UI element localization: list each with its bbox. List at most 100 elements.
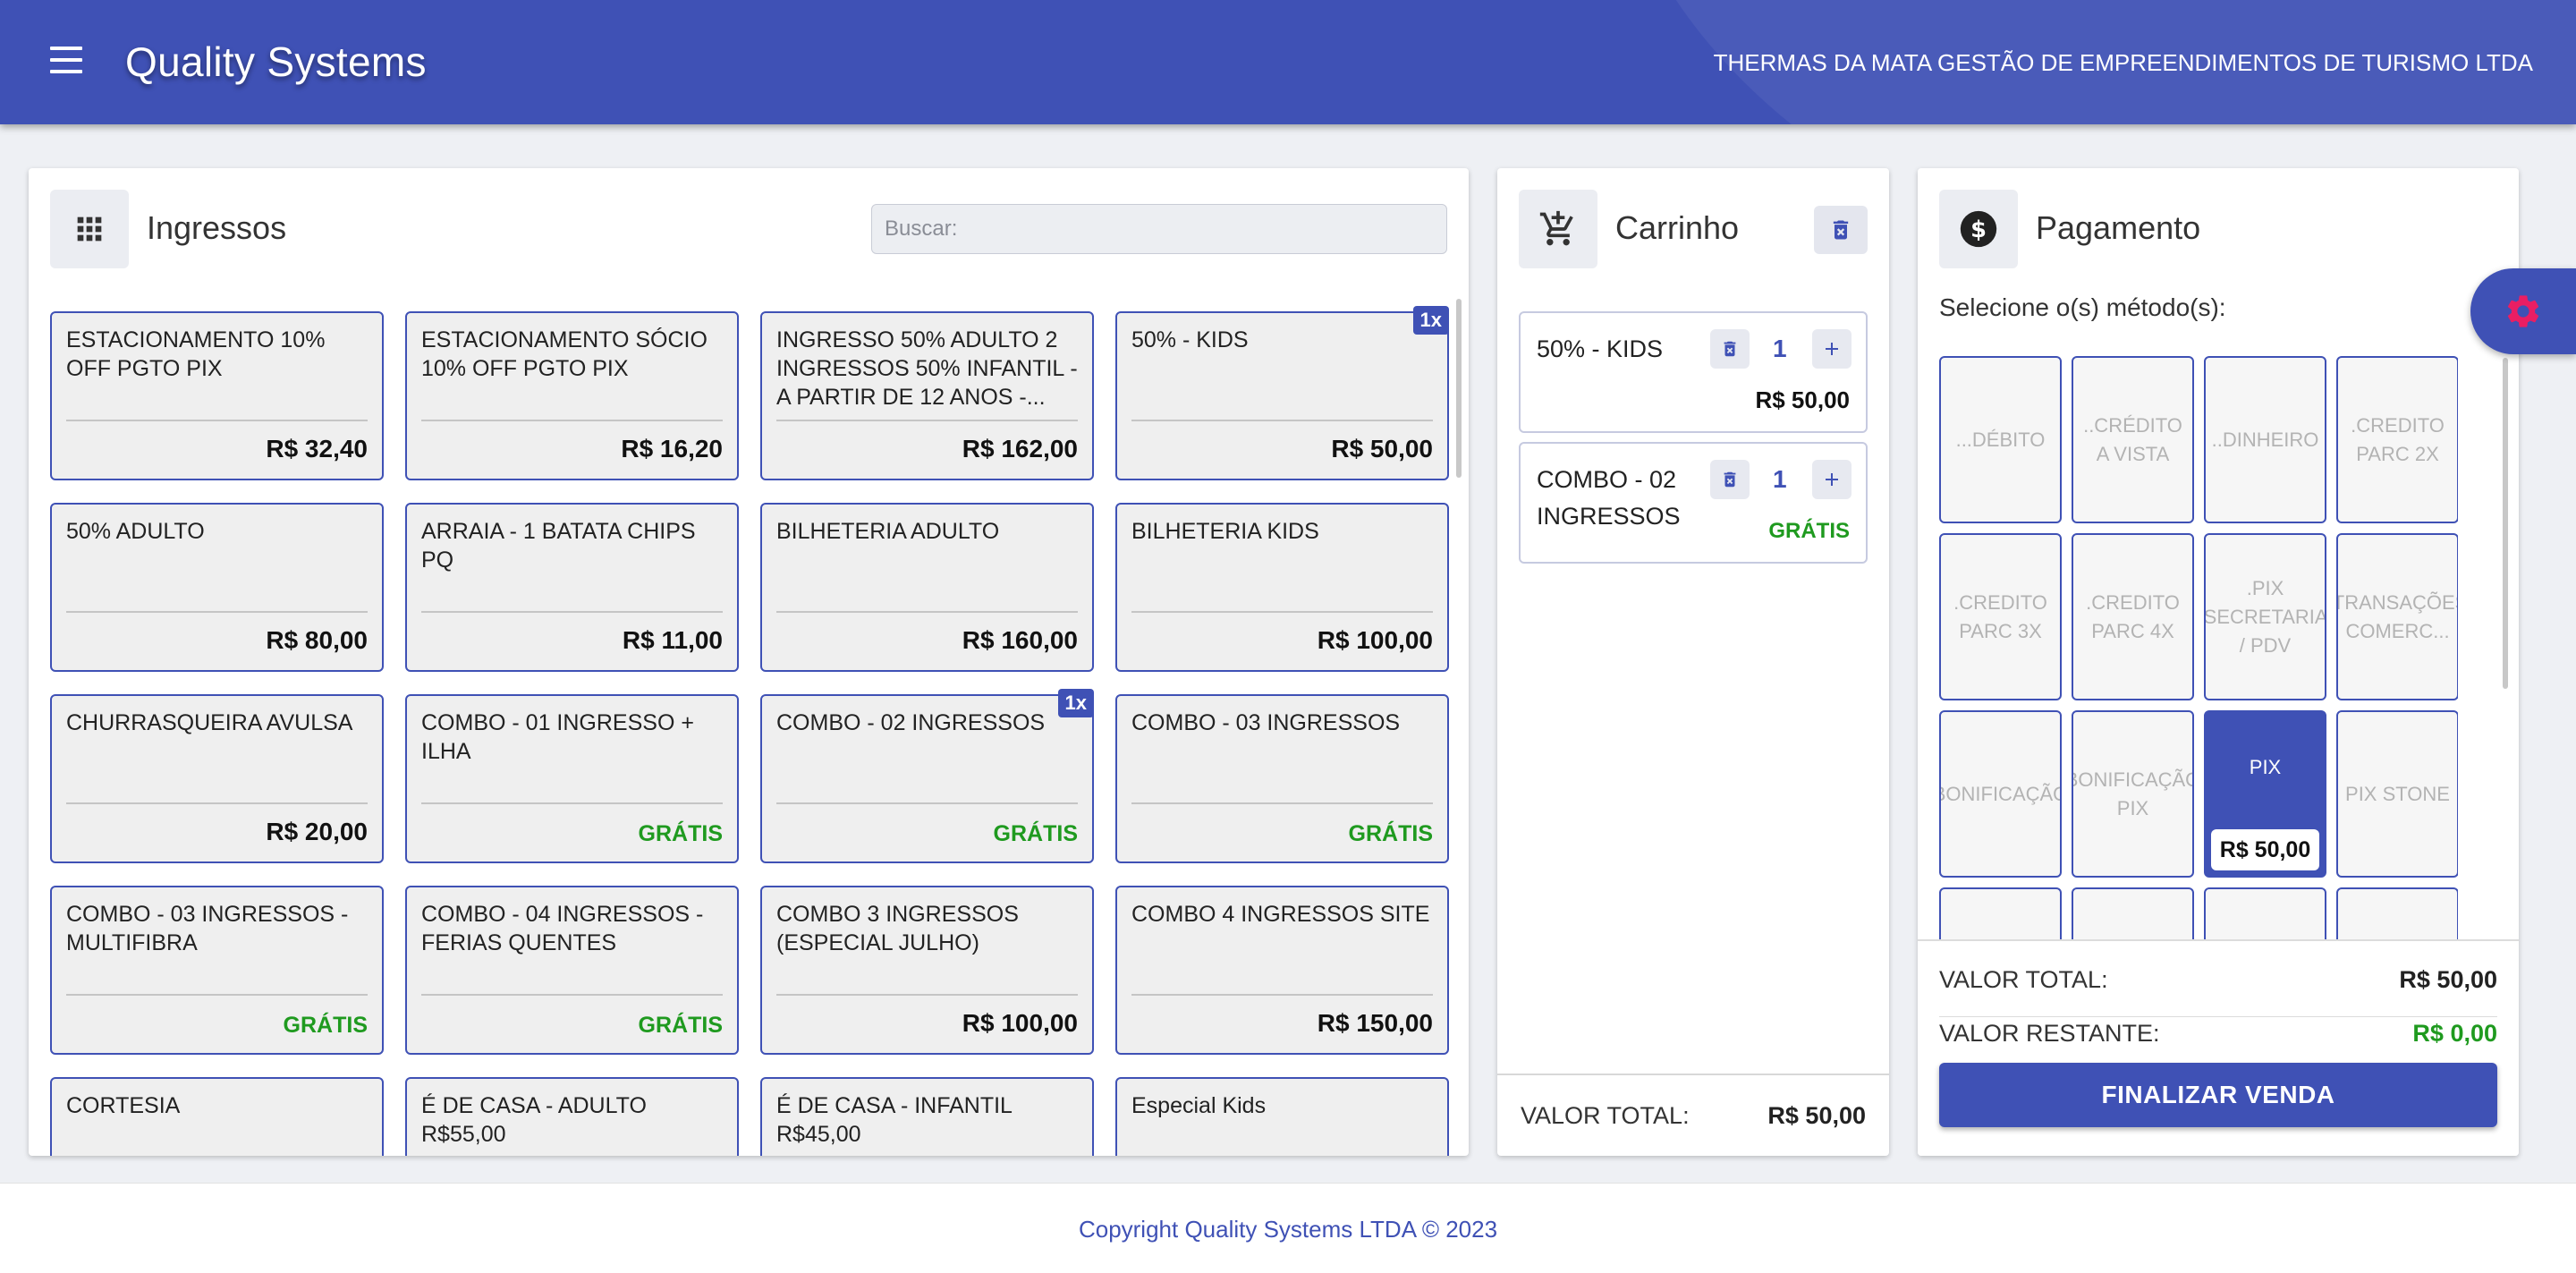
- quantity-badge: 1x: [1412, 306, 1449, 335]
- product-price: R$ 50,00: [1331, 435, 1433, 463]
- product-name: COMBO - 01 INGRESSO + ILHA: [421, 710, 694, 764]
- tile-divider: [1131, 994, 1433, 996]
- delete-icon: [1833, 220, 1849, 240]
- increase-qty-button[interactable]: [1812, 460, 1852, 499]
- scrollbar[interactable]: [2503, 358, 2508, 689]
- product-tile[interactable]: COMBO - 01 INGRESSO + ILHA GRÁTIS: [405, 694, 739, 863]
- payment-method-label: .PIX SECRETARIA / PDV: [2204, 576, 2326, 657]
- payment-method-tile[interactable]: PIX R$ 50,00: [2204, 710, 2326, 878]
- product-tile[interactable]: É DE CASA - ADULTO R$55,00: [405, 1077, 739, 1156]
- tile-divider: [421, 802, 723, 804]
- product-tile[interactable]: CHURRASQUEIRA AVULSA R$ 20,00: [50, 694, 384, 863]
- menu-icon-bar: [50, 47, 82, 50]
- payment-method-label: .CREDITO PARC 4X: [2086, 590, 2180, 642]
- cart-item-price: R$ 50,00: [1755, 386, 1850, 413]
- copyright-text: Copyright Quality Systems LTDA © 2023: [1078, 1216, 1498, 1243]
- product-name: COMBO - 02 INGRESSOS: [776, 710, 1046, 735]
- payment-method-label: BONIFICAÇÃO PIX: [2072, 768, 2194, 819]
- product-tile[interactable]: COMBO 4 INGRESSOS SITE R$ 150,00: [1115, 886, 1449, 1055]
- payment-method-label: PIX STONE: [2345, 782, 2450, 805]
- product-name: COMBO - 03 INGRESSOS - MULTIFIBRA: [66, 902, 349, 955]
- product-name: CHURRASQUEIRA AVULSA: [66, 710, 353, 735]
- payment-method-tile[interactable]: ..DINHEIRO: [2204, 356, 2326, 523]
- menu-button[interactable]: [50, 47, 82, 75]
- remove-item-button[interactable]: [1710, 329, 1750, 369]
- payment-method-label: ...DÉBITO: [1955, 428, 2046, 451]
- cart-total-label: VALOR TOTAL:: [1521, 1102, 1690, 1129]
- tile-divider: [66, 802, 368, 804]
- tile-divider: [66, 994, 368, 996]
- payment-method-label: ..DINHEIRO: [2211, 428, 2319, 451]
- product-name: BILHETERIA ADULTO: [776, 519, 1000, 544]
- svg-text:$: $: [1970, 216, 1987, 243]
- product-tile[interactable]: ARRAIA - 1 BATATA CHIPS PQ R$ 11,00: [405, 503, 739, 672]
- product-name: É DE CASA - ADULTO R$55,00: [421, 1093, 647, 1147]
- product-tile[interactable]: BILHETERIA KIDS R$ 100,00: [1115, 503, 1449, 672]
- finalize-sale-button[interactable]: FINALIZAR VENDA: [1939, 1063, 2497, 1127]
- product-price: GRÁTIS: [1348, 821, 1433, 846]
- payment-method-tile[interactable]: PIX STONE: [2336, 710, 2458, 878]
- search-input[interactable]: [871, 204, 1447, 254]
- tile-divider: [776, 420, 1078, 421]
- payment-method-tile[interactable]: .CREDITO PARC 4X: [2072, 533, 2194, 700]
- payment-method-tile[interactable]: BONIFICAÇÃO PIX: [2072, 710, 2194, 878]
- product-price: R$ 11,00: [622, 626, 723, 654]
- product-price: R$ 80,00: [266, 626, 368, 654]
- product-tile[interactable]: COMBO - 02 INGRESSOS GRÁTIS 1x: [760, 689, 1094, 863]
- product-price: R$ 160,00: [962, 626, 1078, 654]
- divider: [1939, 1016, 2497, 1017]
- cart-item: 50% - KIDS 1 R$ 50,00: [1519, 311, 1868, 433]
- product-tile[interactable]: CORTESIA: [50, 1077, 384, 1156]
- payment-method-tile[interactable]: BONIFICAÇÃO: [1939, 710, 2062, 878]
- product-grid: ESTACIONAMENTO 10% OFF PGTO PIX R$ 32,40 E…: [50, 306, 1469, 1156]
- product-name: COMBO - 04 INGRESSOS - FERIAS QUENTES: [421, 902, 704, 955]
- product-tile[interactable]: É DE CASA - INFANTIL R$45,00: [760, 1077, 1094, 1156]
- quantity-badge: 1x: [1057, 689, 1094, 717]
- payment-method-tile[interactable]: ...DÉBITO: [1939, 356, 2062, 523]
- payment-method-label: PIX: [2249, 756, 2282, 778]
- product-name: CORTESIA: [66, 1093, 181, 1118]
- product-tile[interactable]: ESTACIONAMENTO SÓCIO 10% OFF PGTO PIX R$ …: [405, 311, 739, 480]
- product-tile[interactable]: INGRESSO 50% ADULTO 2 INGRESSOS 50% INFA…: [760, 311, 1094, 480]
- clear-cart-button[interactable]: [1814, 206, 1868, 254]
- payment-method-label: .CREDITO PARC 3X: [1953, 590, 2047, 642]
- payment-method-tile[interactable]: .TRANSAÇÕES COMERC...: [2336, 533, 2458, 700]
- payment-method-label: ..CRÉDITO A VISTA: [2083, 413, 2182, 465]
- product-tile[interactable]: Especial Kids: [1115, 1077, 1449, 1156]
- product-name: É DE CASA - INFANTIL R$45,00: [776, 1093, 1013, 1147]
- product-tile[interactable]: COMBO 3 INGRESSOS (ESPECIAL JULHO) R$ 100…: [760, 886, 1094, 1055]
- payment-method-tile[interactable]: .CREDITO PARC 2X: [2336, 356, 2458, 523]
- settings-button[interactable]: [2470, 268, 2576, 354]
- product-price: R$ 100,00: [962, 1009, 1078, 1037]
- tile-divider: [776, 611, 1078, 613]
- cart-item: COMBO - 02 INGRESSOS 1 GRÁTIS: [1519, 442, 1868, 564]
- payment-method-tile[interactable]: ..CRÉDITO A VISTA: [2072, 356, 2194, 523]
- product-tile[interactable]: 50% ADULTO R$ 80,00: [50, 503, 384, 672]
- cart-title: Carrinho: [1615, 209, 1740, 246]
- payment-method-tile[interactable]: .CREDITO PARC 3X: [1939, 533, 2062, 700]
- product-tile[interactable]: COMBO - 04 INGRESSOS - FERIAS QUENTES GRÁ…: [405, 886, 739, 1055]
- scrollbar[interactable]: [1456, 299, 1462, 478]
- increase-qty-button[interactable]: [1812, 329, 1852, 369]
- product-name: BILHETERIA KIDS: [1131, 519, 1319, 544]
- tile-divider: [66, 611, 368, 613]
- remove-item-button[interactable]: [1710, 460, 1750, 499]
- product-name: COMBO 3 INGRESSOS (ESPECIAL JULHO): [776, 902, 1019, 955]
- product-name: COMBO 4 INGRESSOS SITE: [1131, 902, 1430, 927]
- menu-icon-bar: [50, 58, 82, 62]
- product-tile[interactable]: BILHETERIA ADULTO R$ 160,00: [760, 503, 1094, 672]
- tile-divider: [776, 994, 1078, 996]
- product-tile[interactable]: 50% - KIDS R$ 50,00 1x: [1115, 306, 1449, 480]
- tile-divider: [1131, 611, 1433, 613]
- product-tile[interactable]: ESTACIONAMENTO 10% OFF PGTO PIX R$ 32,40: [50, 311, 384, 480]
- page-footer: Copyright Quality Systems LTDA © 2023: [0, 1183, 2576, 1273]
- product-price: R$ 32,40: [266, 435, 368, 463]
- apps-grid-icon: [50, 190, 129, 268]
- payment-method-tile[interactable]: .PIX SECRETARIA / PDV: [2204, 533, 2326, 700]
- cart-total-value: R$ 50,00: [1767, 1102, 1866, 1129]
- product-tile[interactable]: COMBO - 03 INGRESSOS - MULTIFIBRA GRÁTIS: [50, 886, 384, 1055]
- payment-total-value: R$ 50,00: [2399, 966, 2497, 993]
- payment-method-amount: R$ 50,00: [2211, 829, 2319, 870]
- payment-summary: VALOR TOTAL: R$ 50,00 VALOR RESTANTE: R$…: [1918, 939, 2519, 1156]
- product-tile[interactable]: COMBO - 03 INGRESSOS GRÁTIS: [1115, 694, 1449, 863]
